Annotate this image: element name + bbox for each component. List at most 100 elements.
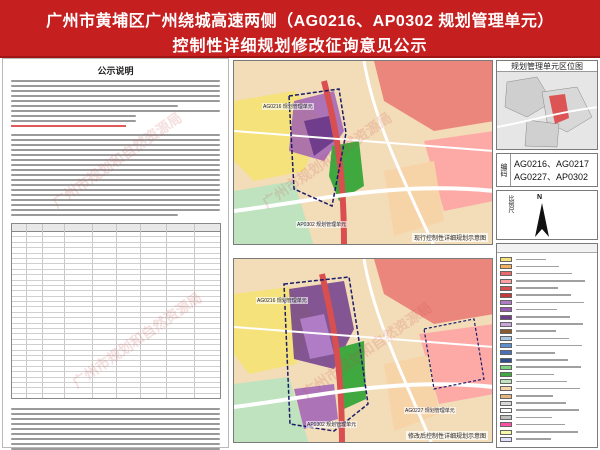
legend-swatch [500, 328, 512, 334]
legend-label [516, 308, 557, 311]
legend-label [516, 344, 582, 347]
legend-items [500, 256, 594, 443]
legend-item [500, 342, 594, 349]
legend-swatch [500, 300, 512, 306]
location-map-box[interactable]: 规划管理单元区位图 [496, 60, 598, 150]
legend-label [516, 402, 566, 404]
legend-swatch [500, 292, 512, 298]
legend-item [500, 378, 594, 385]
legend-swatch [500, 386, 512, 392]
legend-swatch [500, 257, 512, 262]
current-plan-map[interactable]: AG0216 规划管理单元 AP0302 规划管理单元 现行控制性详细规划示意图 [233, 60, 493, 245]
right-info-column: 规划管理单元区位图 编码 AG0216、AG0217 AG0227、AP0302… [496, 60, 598, 448]
contact-block [11, 117, 220, 127]
legend-swatch [500, 343, 512, 349]
legend-swatch [500, 372, 512, 377]
legend-label [516, 409, 579, 412]
legend-label [516, 337, 569, 340]
legend-label [516, 265, 559, 268]
legend-item [500, 357, 594, 364]
legend-item [500, 393, 594, 400]
revised-plan-caption: 修改后控制性详细规划示意图 [405, 431, 488, 440]
legend-item [500, 314, 594, 321]
code-values: AG0216、AG0217 AG0227、AP0302 [514, 158, 589, 184]
unit-code-box: 编码 AG0216、AG0217 AG0227、AP0302 [496, 153, 598, 187]
legend-label [516, 416, 552, 419]
legend-item [500, 371, 594, 378]
legend-swatch [500, 429, 512, 435]
legend-label [516, 373, 554, 376]
legend-label [516, 316, 570, 318]
unit-label-ag0216: AG0216 规划管理单元 [256, 297, 308, 304]
legend-label [516, 351, 555, 354]
legend-label [516, 380, 567, 383]
legend-label [516, 359, 568, 361]
legend-item [500, 436, 594, 443]
legend-label [516, 301, 584, 304]
code-line-1: AG0216、AG0217 [514, 159, 590, 169]
notice-header: 广州市黄埔区广州绕城高速两侧（AG0216、AP0302 规划管理单元） 控制性… [0, 0, 600, 58]
legend-label [516, 258, 546, 261]
legend-swatch [500, 336, 512, 342]
north-label: N [537, 194, 543, 201]
legend-item [500, 270, 594, 277]
code-line-2: AG0227、AP0302 [514, 172, 589, 182]
legend-item [500, 364, 594, 371]
body-paragraph [11, 131, 220, 216]
legend-swatch [500, 422, 512, 428]
unit-label-ap0302: AP0302 规划管理单元 [306, 421, 358, 428]
legend-item [500, 285, 594, 292]
revised-plan-map[interactable]: AG0216 规划管理单元 AP0302 规划管理单元 AG0227 规划管理单… [233, 258, 493, 443]
notice-title-line1: 广州市黄埔区广州绕城高速两侧（AG0216、AP0302 规划管理单元） [46, 13, 554, 30]
unit-label-ap0302: AP0302 规划管理单元 [296, 221, 348, 228]
legend-swatch [500, 350, 512, 356]
legend-swatch [500, 415, 512, 421]
legend-item [500, 278, 594, 285]
legend-item [500, 299, 594, 306]
legend-label [516, 323, 583, 325]
current-plan-caption: 现行控制性详细规划示意图 [411, 233, 488, 242]
legend-swatch [500, 400, 512, 406]
legend-item [500, 414, 594, 421]
legend-swatch [500, 264, 512, 270]
legend-label [516, 272, 572, 275]
location-map-graphic [497, 72, 597, 149]
legend-item [500, 349, 594, 356]
legend-item [500, 385, 594, 392]
legend-label [516, 366, 581, 368]
legend-label [516, 438, 551, 440]
legend-item [500, 292, 594, 299]
notes-block [11, 405, 220, 450]
legend-label [516, 294, 571, 297]
revised-plan-map-graphic [234, 259, 492, 442]
legend-label [516, 330, 556, 332]
legend-label [516, 287, 558, 289]
legend-swatch [500, 436, 512, 442]
unit-label-ag0227: AG0227 规划管理单元 [404, 407, 456, 414]
legend-item [500, 421, 594, 428]
legend-label [516, 395, 553, 397]
legend-swatch [500, 271, 512, 277]
legend-item [500, 429, 594, 436]
legend-swatch [500, 393, 512, 399]
current-plan-map-graphic [234, 61, 492, 244]
unit-label-ag0216: AG0216 规划管理单元 [262, 103, 314, 110]
legend-item [500, 407, 594, 414]
legend-swatch [500, 407, 512, 413]
legend-swatch [500, 314, 512, 320]
legend-label [516, 423, 565, 426]
opinion-statistics-table [11, 223, 221, 399]
code-key-label: 编码 [497, 154, 511, 186]
legend-swatch [500, 379, 512, 385]
legend-label [516, 280, 585, 282]
legend-swatch [500, 307, 512, 313]
legend-swatch [500, 321, 512, 327]
intro-paragraph [11, 77, 220, 117]
legend-item [500, 328, 594, 335]
legend-item [500, 400, 594, 407]
legend-item [500, 306, 594, 313]
legend-header [497, 244, 597, 253]
legend-swatch [500, 357, 512, 363]
legend-label [516, 387, 580, 390]
legend-box [496, 243, 598, 448]
